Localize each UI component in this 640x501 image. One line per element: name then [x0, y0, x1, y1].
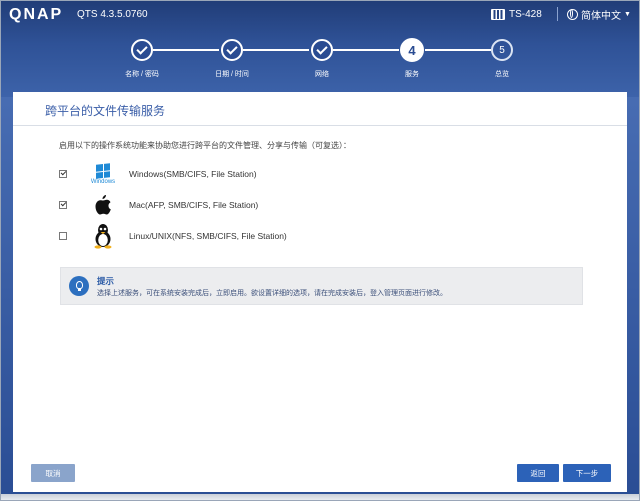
- back-button[interactable]: 返回: [517, 464, 559, 482]
- step-3-indicator: [311, 39, 333, 61]
- linux-checkbox[interactable]: [59, 232, 67, 240]
- linux-label: Linux/UNIX(NFS, SMB/CIFS, File Station): [129, 231, 287, 241]
- tip-title: 提示: [97, 276, 115, 286]
- firmware-version: QTS 4.3.5.0760: [77, 9, 148, 20]
- windows-icon-text: Windows: [90, 178, 116, 185]
- step-4-label: 服务: [405, 71, 419, 78]
- wizard-stepper: 4 5 名称 / 密码 日期 / 时间 网络 服务 总览: [1, 37, 639, 81]
- page-title: 跨平台的文件传输服务: [45, 104, 166, 118]
- step-connector: [333, 49, 399, 51]
- step-connector: [425, 49, 491, 51]
- header: QNAP QTS 4.3.5.0760 TS-428 简体中文 ▼ 4 5 名称…: [1, 1, 639, 97]
- qnap-logo: QNAP: [9, 6, 64, 23]
- apple-icon: [83, 191, 123, 219]
- step-5-indicator: 5: [491, 39, 513, 61]
- windows-label: Windows(SMB/CIFS, File Station): [129, 169, 257, 179]
- step-2-indicator: [221, 39, 243, 61]
- tux-icon: [83, 222, 123, 250]
- mac-checkbox[interactable]: [59, 201, 67, 209]
- model-indicator: TS-428: [491, 5, 542, 23]
- lightbulb-icon: [69, 276, 89, 296]
- option-linux: Linux/UNIX(NFS, SMB/CIFS, File Station): [59, 223, 287, 249]
- option-windows: Windows Windows(SMB/CIFS, File Station): [59, 161, 257, 187]
- step-4-indicator: 4: [400, 38, 424, 62]
- intro-text: 启用以下的操作系统功能来协助您进行跨平台的文件管理、分享与传输（可复选）：: [59, 141, 351, 150]
- tip-box: 提示 选择上述服务，可在系统安装完成后，立即启用。欲设置详细的选项，请在完成安装…: [60, 267, 583, 305]
- nas-device-icon: [491, 8, 505, 20]
- globe-icon: [567, 8, 578, 20]
- step-1-indicator: [131, 39, 153, 61]
- language-selector[interactable]: 简体中文 ▼: [567, 5, 631, 23]
- language-label: 简体中文: [581, 10, 621, 22]
- title-divider: [13, 125, 627, 126]
- content-panel: 跨平台的文件传输服务 启用以下的操作系统功能来协助您进行跨平台的文件管理、分享与…: [13, 92, 627, 492]
- cancel-button[interactable]: 取消: [31, 464, 75, 482]
- check-icon: [136, 43, 148, 55]
- windows-icon: Windows: [83, 160, 123, 188]
- step-3-label: 网络: [315, 71, 329, 78]
- model-name: TS-428: [509, 8, 542, 20]
- option-mac: Mac(AFP, SMB/CIFS, File Station): [59, 192, 258, 218]
- mac-label: Mac(AFP, SMB/CIFS, File Station): [129, 200, 259, 210]
- tip-text: 选择上述服务，可在系统安装完成后，立即启用。欲设置详细的选项，请在完成安装后，登…: [97, 290, 447, 297]
- bottom-edge: [1, 494, 639, 500]
- check-icon: [316, 43, 328, 55]
- step-2-label: 日期 / 时间: [215, 71, 249, 78]
- next-button[interactable]: 下一步: [563, 464, 611, 482]
- step-connector: [243, 49, 309, 51]
- step-5-label: 总览: [495, 71, 509, 78]
- wizard-window: QNAP QTS 4.3.5.0760 TS-428 简体中文 ▼ 4 5 名称…: [0, 0, 640, 501]
- header-divider: [557, 7, 558, 21]
- chevron-down-icon: ▼: [624, 10, 631, 18]
- step-connector: [153, 49, 219, 51]
- step-1-label: 名称 / 密码: [125, 71, 159, 78]
- check-icon: [226, 43, 238, 55]
- windows-checkbox[interactable]: [59, 170, 67, 178]
